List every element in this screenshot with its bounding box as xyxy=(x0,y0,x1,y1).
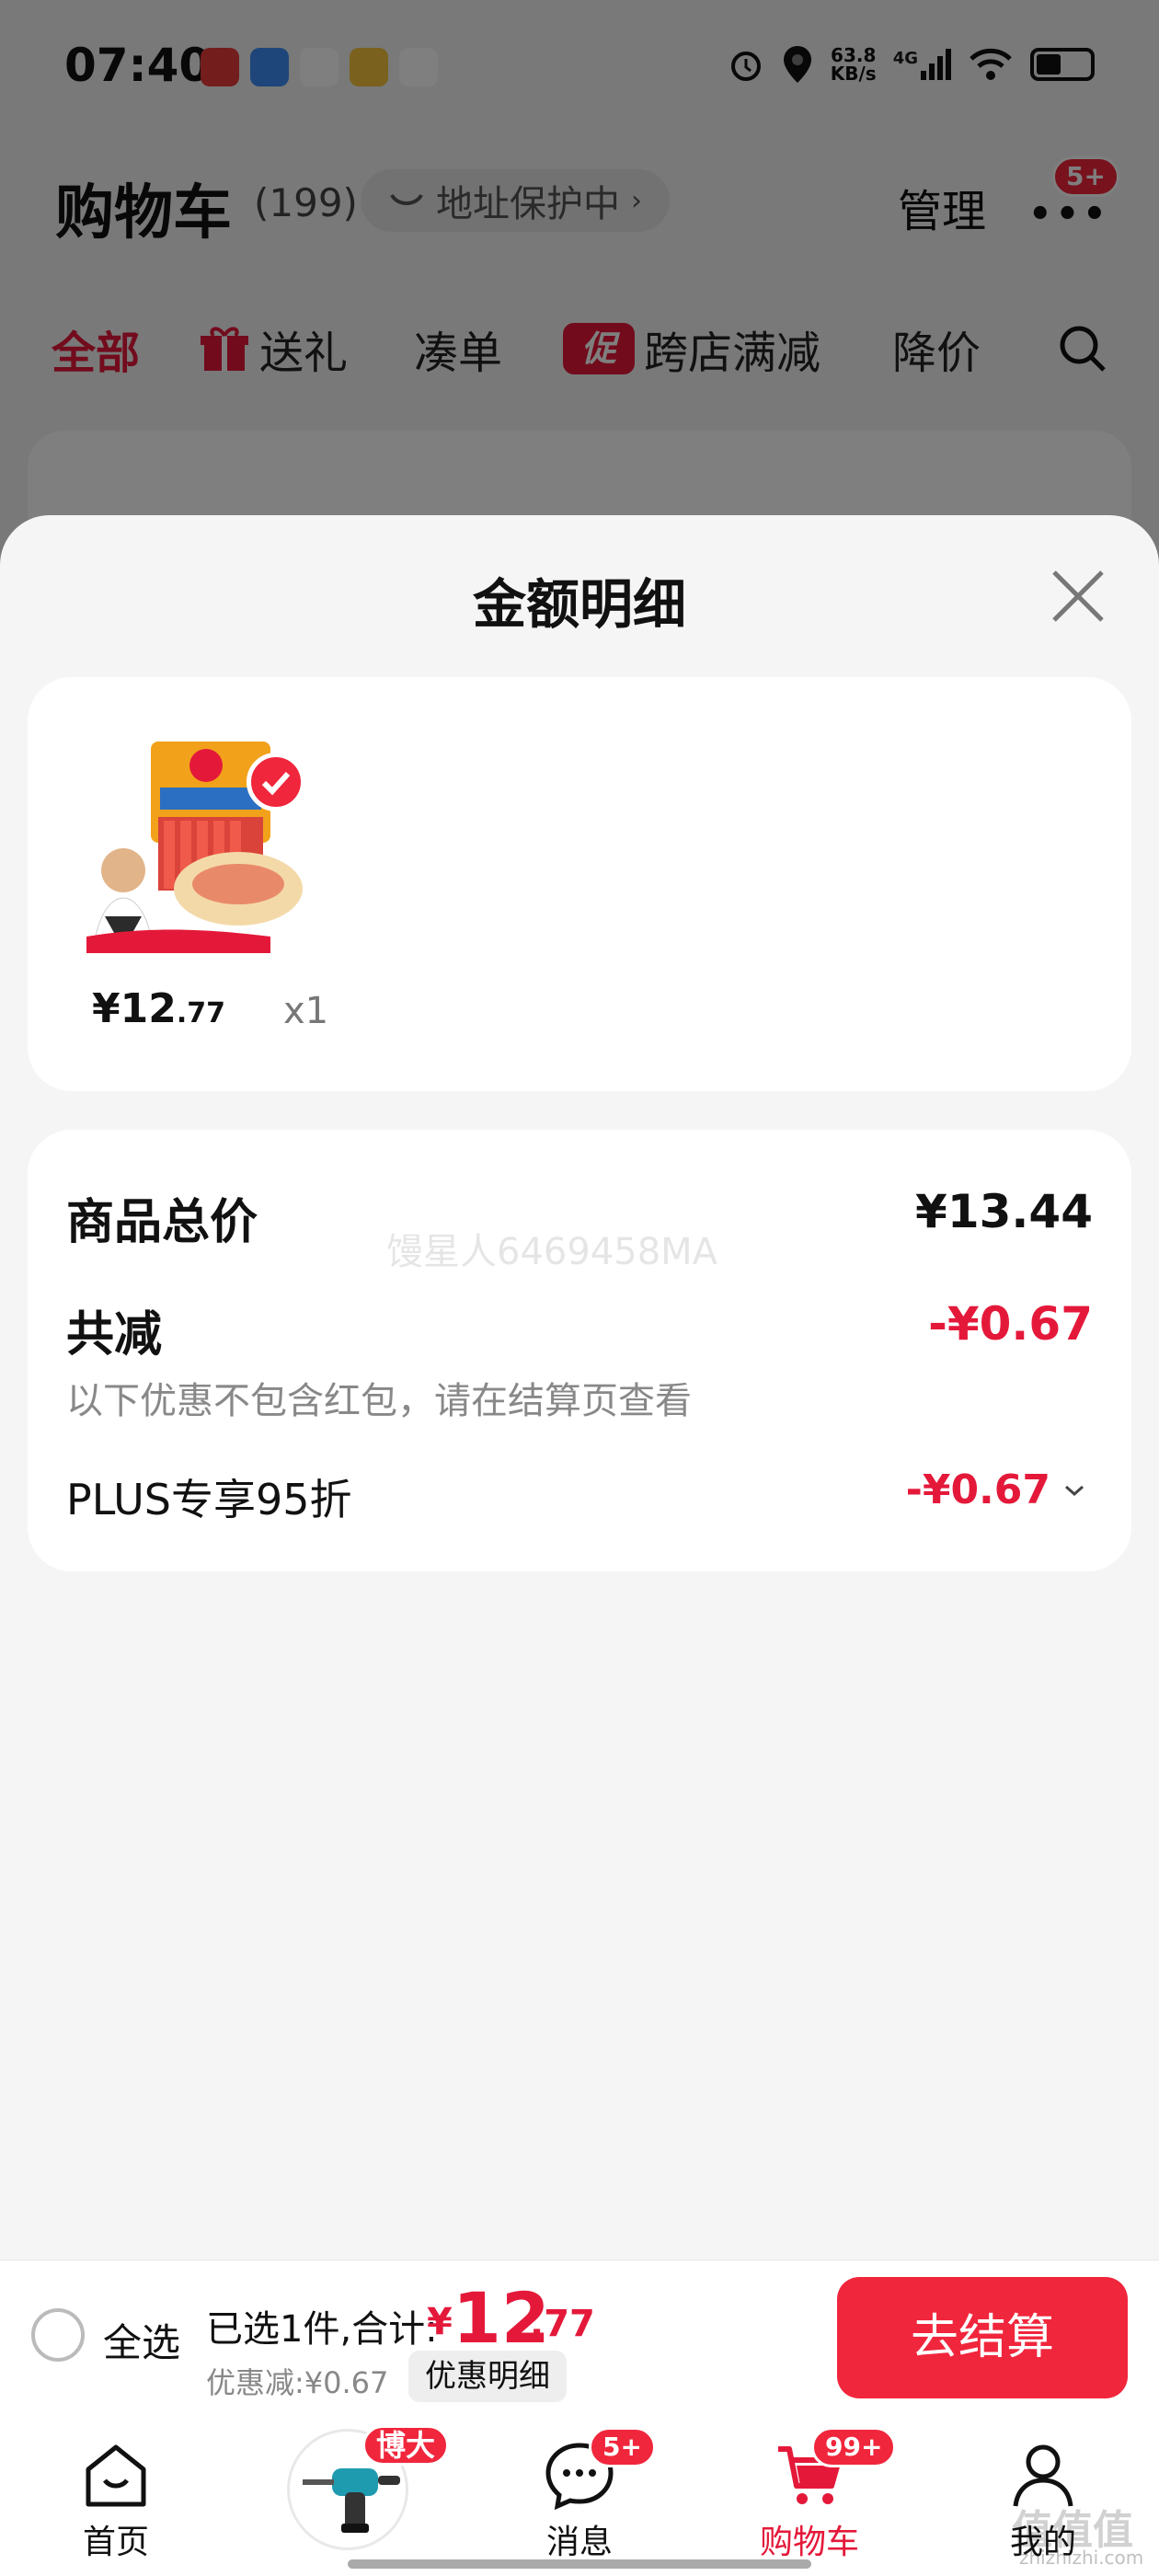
site-watermark-url: zhizhizhi.com xyxy=(1019,2547,1144,2569)
selected-summary: 已选1件,合计: xyxy=(206,2308,438,2351)
messages-badge: 5+ xyxy=(589,2427,656,2467)
close-icon[interactable] xyxy=(1049,567,1107,626)
total-currency: ¥ xyxy=(427,2301,453,2343)
price-summary-card: 馒星人6469458MA 商品总价 ¥13.44 共减 -¥0.67 以下优惠不… xyxy=(28,1130,1131,1571)
home-icon xyxy=(86,2444,146,2507)
checkout-bar: 全选 已选1件,合计: ¥ 12 .77 优惠减:¥0.67 优惠明细 去结算 xyxy=(0,2260,1159,2416)
select-all-checkbox[interactable] xyxy=(31,2308,85,2362)
product-quantity: x1 xyxy=(283,990,329,1032)
checked-icon xyxy=(247,753,305,811)
discount-amount: 优惠减:¥0.67 xyxy=(206,2365,389,2400)
chevron-down-icon xyxy=(1065,1485,1084,1496)
reduce-note: 以下优惠不包含红包，请在结算页查看 xyxy=(66,1380,692,1422)
discount-detail-button[interactable]: 优惠明细 xyxy=(408,2351,567,2402)
total-reduce-label: 共减 xyxy=(66,1307,163,1363)
amount-detail-sheet: 金额明细 ¥12.77 x1 馒星人6469458MA 商品总价 ¥13.44 … xyxy=(0,515,1159,2260)
sheet-title: 金额明细 xyxy=(472,573,686,636)
goods-total-value: ¥13.44 xyxy=(915,1185,1093,1238)
home-indicator xyxy=(348,2559,811,2569)
plus-discount-label: PLUS专享95折 xyxy=(66,1475,352,1524)
plus-discount-value: -¥0.67 xyxy=(905,1466,1050,1513)
plus-discount-row-toggle[interactable]: -¥0.67 xyxy=(906,1466,1085,1513)
total-amount-decimal: .77 xyxy=(530,2303,595,2345)
promo-badge: 博大 xyxy=(362,2425,450,2466)
product-price: ¥12.77 xyxy=(92,985,226,1032)
cart-badge: 99+ xyxy=(811,2427,897,2467)
selected-product-card: ¥12.77 x1 xyxy=(28,677,1131,1091)
select-all-label[interactable]: 全选 xyxy=(103,2312,180,2368)
goods-total-label: 商品总价 xyxy=(66,1195,258,1250)
tab-home[interactable]: 首页 xyxy=(33,2438,199,2563)
user-watermark: 馒星人6469458MA xyxy=(386,1231,718,1273)
total-reduce-value: -¥0.67 xyxy=(928,1297,1093,1351)
checkout-button[interactable]: 去结算 xyxy=(837,2277,1128,2398)
bottom-tab-bar: 首页 博大 消息 5+ 购物车 99+ 我的 xyxy=(0,2416,1159,2576)
